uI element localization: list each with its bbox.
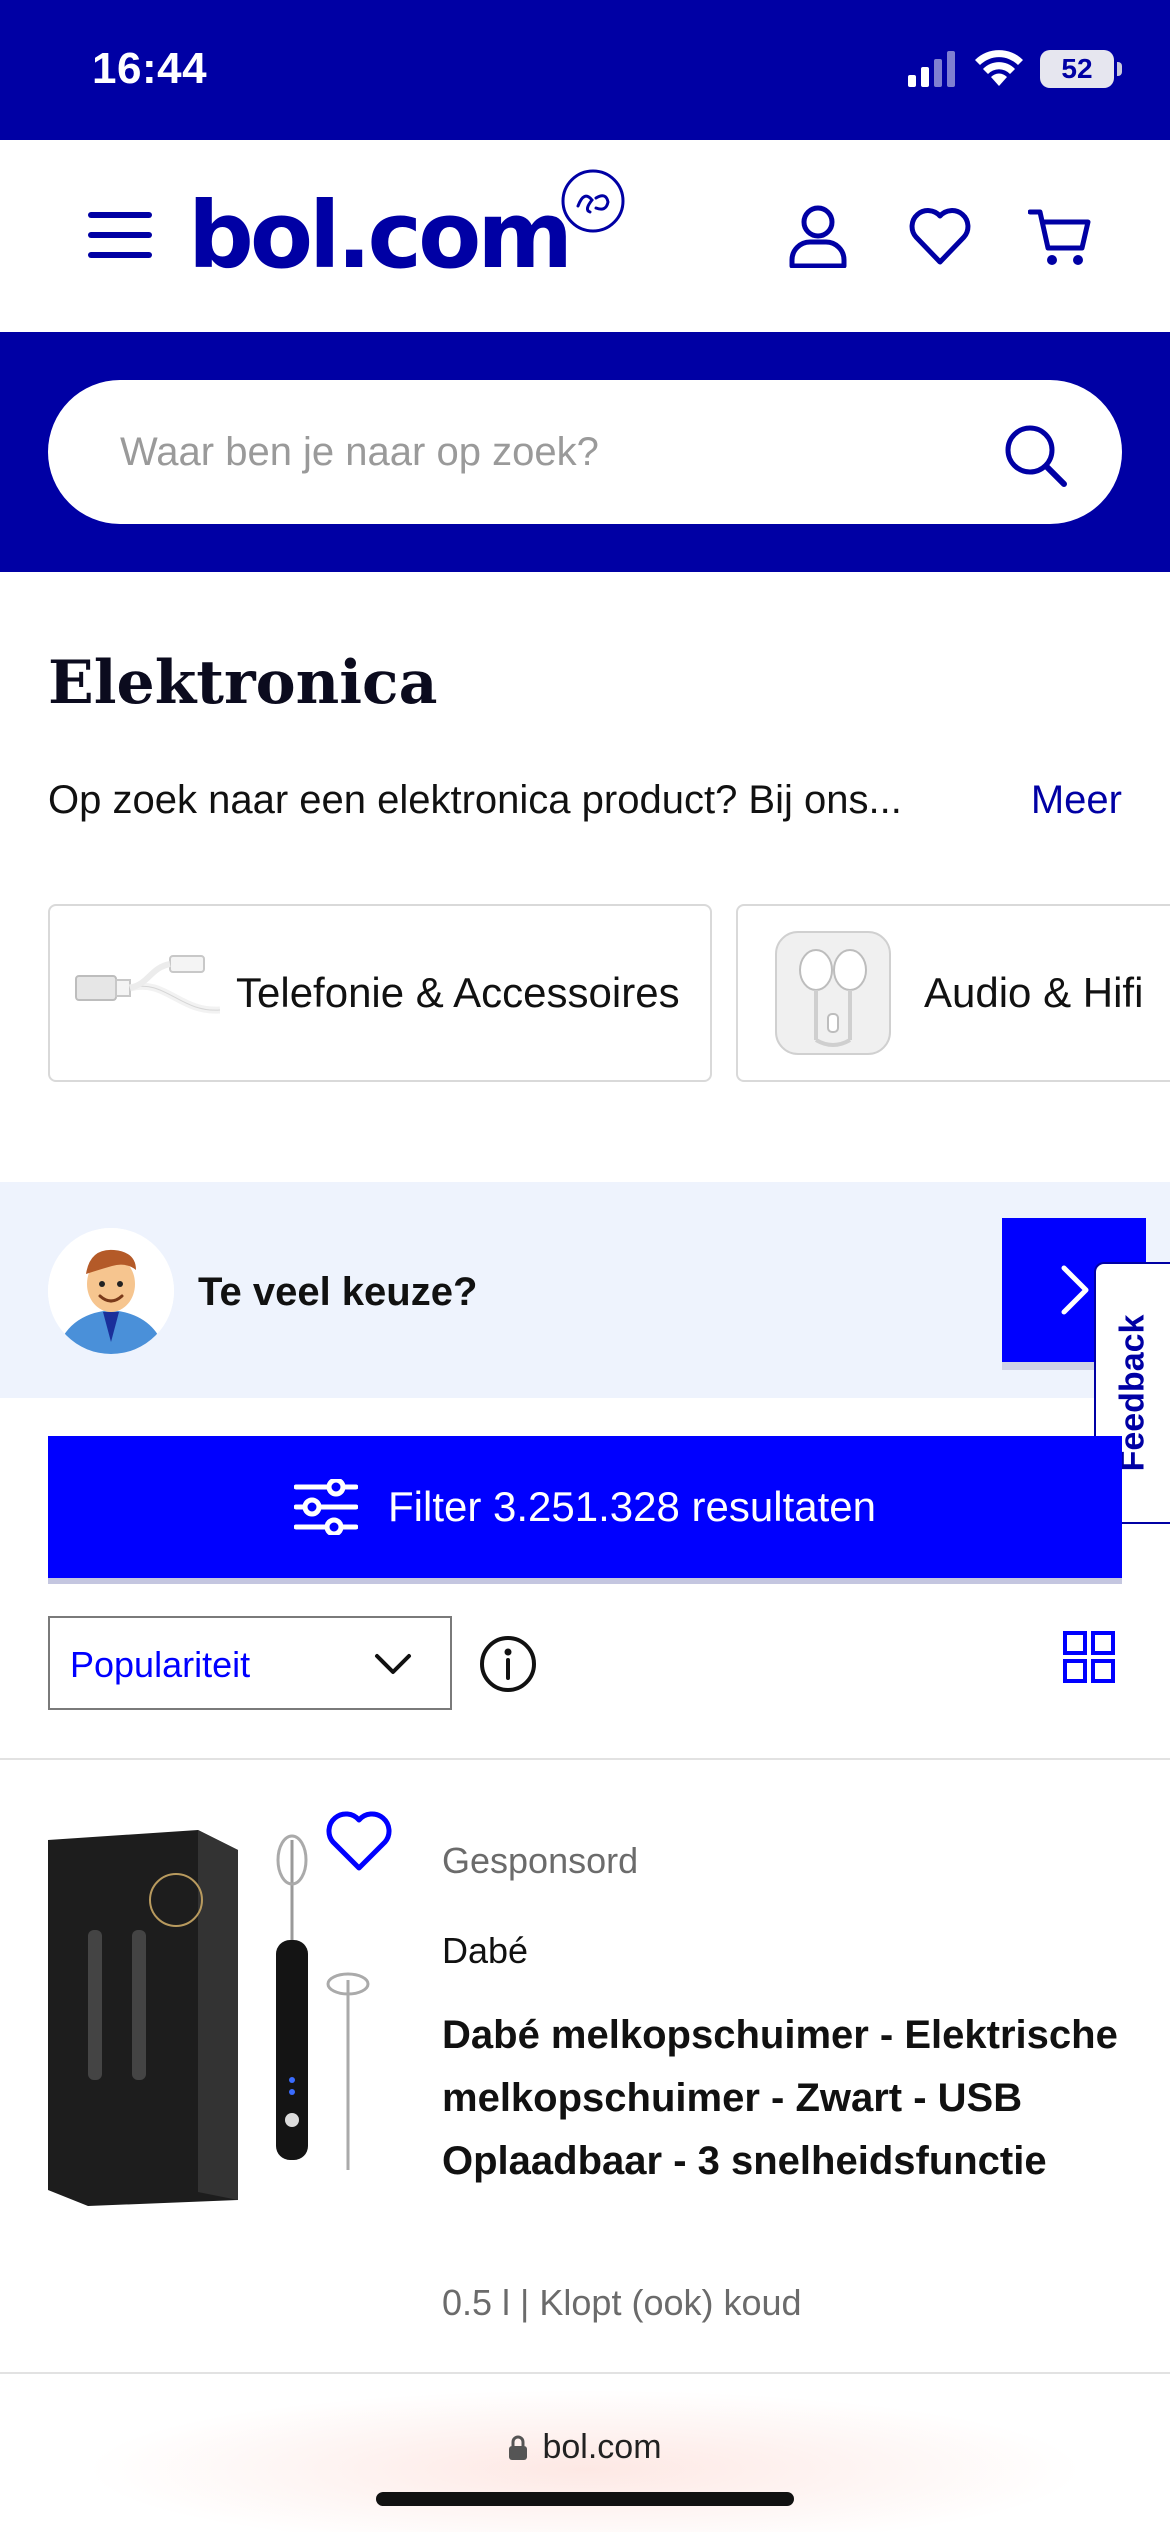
cart-icon[interactable] <box>1028 204 1092 268</box>
sponsored-label: Gesponsord <box>442 1840 639 1881</box>
home-indicator[interactable] <box>376 2492 794 2506</box>
status-icons: 52 <box>908 50 1122 88</box>
assistant-avatar <box>48 1228 174 1354</box>
sort-selected-value: Populariteit <box>70 1644 251 1685</box>
info-icon[interactable] <box>478 1634 538 1694</box>
search-box[interactable] <box>48 380 1122 524</box>
page-title: Elektronica <box>48 648 438 718</box>
chevron-down-icon <box>375 1654 411 1674</box>
product-brand[interactable]: Dabé <box>442 1930 528 1972</box>
site-header: bol.com <box>0 140 1170 332</box>
filter-button[interactable]: Filter 3.251.328 resultaten <box>48 1436 1122 1578</box>
category-intro: Op zoek naar een elektronica product? Bi… <box>48 778 902 822</box>
help-banner[interactable]: Te veel keuze? <box>0 1182 1170 1398</box>
product-meta: 0.5 l | Klopt (ook) koud <box>442 2282 802 2323</box>
search-input[interactable] <box>120 380 980 524</box>
usb-cable-icon <box>75 955 220 1014</box>
url-text: bol.com <box>542 2428 662 2466</box>
cellular-signal-icon <box>908 51 955 87</box>
filter-sliders-icon <box>294 1479 359 1535</box>
sort-dropdown[interactable]: Populariteit <box>48 1616 452 1710</box>
product-wishlist-heart-icon[interactable] <box>324 1810 394 1874</box>
wishlist-heart-icon[interactable] <box>908 204 972 268</box>
grid-view-icon[interactable] <box>1062 1630 1116 1684</box>
help-banner-text: Te veel keuze? <box>198 1270 478 1314</box>
chevron-right-icon <box>1061 1265 1089 1315</box>
search-band <box>0 332 1170 572</box>
category-tile-label: Audio & Hifi <box>924 969 1144 1016</box>
lock-icon <box>509 2435 528 2460</box>
status-time: 16:44 <box>92 44 208 93</box>
url-wrap: bol.com <box>0 2428 1170 2467</box>
product-title[interactable]: Dabé melkopschuimer - Elektrische melkop… <box>442 2004 1122 2193</box>
category-tile-telefonie[interactable]: Telefonie & Accessoires <box>48 904 712 1082</box>
browser-url-bar[interactable]: bol.com <box>0 2376 1170 2532</box>
logo-badge-icon <box>561 169 625 233</box>
hamburger-menu-icon[interactable] <box>88 212 152 258</box>
search-icon[interactable] <box>1002 422 1068 488</box>
wifi-icon <box>975 50 1023 86</box>
category-tile-label: Telefonie & Accessoires <box>236 969 680 1016</box>
status-bar: 16:44 52 <box>0 0 1170 140</box>
divider <box>0 1758 1170 1760</box>
account-icon[interactable] <box>786 204 850 268</box>
more-link[interactable]: Meer <box>1031 778 1122 823</box>
product-image[interactable] <box>48 1820 378 2210</box>
filter-label: Filter 3.251.328 resultaten <box>388 1483 876 1530</box>
earphones-icon <box>775 931 891 1055</box>
divider <box>0 2372 1170 2374</box>
category-tile-audio[interactable]: Audio & Hifi <box>736 904 1170 1082</box>
bol-logo[interactable]: bol.com <box>188 190 573 282</box>
battery-icon: 52 <box>1040 50 1122 88</box>
